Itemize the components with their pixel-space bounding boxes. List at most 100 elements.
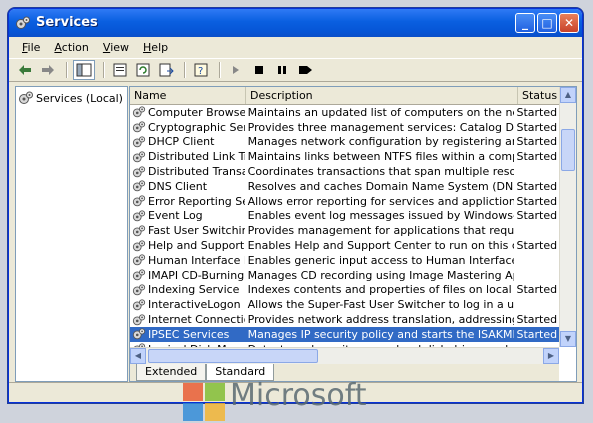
service-description-cell: Maintains links between NTFS files withi… <box>247 150 514 164</box>
service-description-cell: Indexes contents and properties of files… <box>247 283 514 297</box>
service-name-cell: InteractiveLogon <box>130 298 245 312</box>
service-gear-icon <box>132 328 146 340</box>
close-button[interactable]: ✕ <box>559 13 579 33</box>
service-gear-icon <box>132 180 146 192</box>
service-description-cell: Maintains an updated list of computers o… <box>247 105 514 119</box>
service-name-cell: Help and Support <box>130 239 245 253</box>
menu-help[interactable]: Help <box>136 41 175 54</box>
service-status-cell: Started <box>516 150 558 164</box>
table-row[interactable]: Computer Browser Maintains an updated lis… <box>130 105 559 120</box>
table-row[interactable]: IMAPI CD-Burning C...Manages CD recordin… <box>130 268 559 283</box>
service-description-cell: Enables Help and Support Center to run o… <box>247 239 514 253</box>
export-list-icon[interactable] <box>156 61 176 79</box>
maximize-button[interactable]: □ <box>537 13 557 33</box>
service-name-cell: Event Log <box>130 209 245 223</box>
service-name-cell: Distributed Link Tra... <box>130 150 245 164</box>
service-gear-icon <box>132 313 146 325</box>
service-name-cell: Computer Browser <box>130 105 245 119</box>
microsoft-watermark: Microsoft <box>230 378 367 413</box>
service-description-cell: Manages CD recording using Image Masteri… <box>247 268 514 282</box>
title-bar[interactable]: Services _ □ ✕ <box>9 9 582 37</box>
scroll-thumb[interactable] <box>561 129 575 171</box>
table-row[interactable]: Cryptographic Servi...Provides three man… <box>130 120 559 135</box>
service-gear-icon <box>132 225 146 237</box>
vertical-scrollbar[interactable]: ▲ ▼ <box>559 87 576 347</box>
menu-file[interactable]: File <box>15 41 47 54</box>
pause-service-icon[interactable] <box>272 61 292 79</box>
scroll-up-button[interactable]: ▲ <box>560 87 576 103</box>
window-title: Services <box>36 15 98 30</box>
service-gear-icon <box>132 239 146 251</box>
table-row[interactable]: Distributed Transac...Coordinates transa… <box>130 164 559 179</box>
forward-arrow-icon[interactable] <box>38 61 58 79</box>
table-row[interactable]: Event Log Enables event log messages issu… <box>130 209 559 224</box>
service-gear-icon <box>132 284 146 296</box>
service-name-cell: Internet Connectio... <box>130 313 245 327</box>
services-list: Name Description Status Computer Browser… <box>129 86 577 382</box>
toolbar: ? <box>9 58 582 82</box>
table-row[interactable]: Error Reporting Ser...Allows error repor… <box>130 194 559 209</box>
service-status-cell: Started <box>516 179 558 193</box>
scroll-down-button[interactable]: ▼ <box>560 331 576 347</box>
scroll-left-button[interactable]: ◀ <box>130 348 146 364</box>
list-header: Name Description Status <box>130 87 576 105</box>
service-description-cell: Provides management for applications tha… <box>247 224 514 238</box>
service-status-cell: Started <box>516 135 558 149</box>
show-hide-tree-icon[interactable] <box>73 60 95 80</box>
stop-service-icon[interactable] <box>249 61 269 79</box>
service-status-cell: Started <box>516 194 558 208</box>
table-row[interactable]: Help and Support Enables Help and Support… <box>130 238 559 253</box>
service-description-cell: Allows the Super-Fast User Switcher to l… <box>247 298 514 312</box>
horizontal-scroll-thumb[interactable] <box>148 349 318 363</box>
table-row[interactable]: Fast User Switching...Provides managemen… <box>130 223 559 238</box>
service-gear-icon <box>132 195 146 207</box>
start-service-icon[interactable] <box>226 61 246 79</box>
table-row[interactable]: DHCP Client Manages network configuration… <box>130 135 559 150</box>
service-name-cell: Fast User Switching... <box>130 224 245 238</box>
column-header-status[interactable]: Status <box>518 87 564 104</box>
menu-action[interactable]: Action <box>47 41 95 54</box>
menu-bar: File Action View Help <box>9 37 582 58</box>
microsoft-logo-icon <box>183 383 225 421</box>
table-row[interactable]: Distributed Link Tra...Maintains links b… <box>130 149 559 164</box>
column-header-description[interactable]: Description <box>246 87 518 104</box>
table-row[interactable]: InteractiveLogon Allows the Super-Fast Us… <box>130 297 559 312</box>
table-row[interactable]: DNS Client Resolves and caches Domain Nam… <box>130 179 559 194</box>
properties-icon[interactable] <box>110 61 130 79</box>
help-icon[interactable]: ? <box>191 61 211 79</box>
menu-view[interactable]: View <box>96 41 136 54</box>
table-row[interactable]: IPSEC Services Manages IP security policy… <box>130 326 559 342</box>
table-row[interactable]: Indexing Service Indexes contents and pro… <box>130 283 559 298</box>
list-rows: Computer Browser Maintains an updated lis… <box>130 105 559 347</box>
service-gear-icon <box>132 121 146 133</box>
service-name-cell: IMAPI CD-Burning C... <box>130 268 245 282</box>
services-gear-icon <box>16 16 30 29</box>
table-row[interactable]: Human Interface D...Enables generic inpu… <box>130 253 559 268</box>
services-gear-icon <box>19 91 33 104</box>
service-gear-icon <box>132 106 146 118</box>
service-description-cell: Manages IP security policy and starts th… <box>247 327 514 341</box>
refresh-icon[interactable] <box>133 61 153 79</box>
horizontal-scrollbar[interactable]: ◀ ▶ <box>130 347 559 364</box>
service-description-cell: Manages network configuration by registe… <box>247 135 514 149</box>
restart-service-icon[interactable] <box>295 61 315 79</box>
tree-node-label: Services (Local) <box>36 91 123 105</box>
svg-text:?: ? <box>198 66 203 77</box>
console-tree: Services (Local) <box>15 86 128 382</box>
service-status-cell: Started <box>516 239 558 253</box>
minimize-button[interactable]: _ <box>515 13 535 33</box>
scroll-right-button[interactable]: ▶ <box>543 348 559 364</box>
service-name-cell: Cryptographic Servi... <box>130 120 245 134</box>
back-arrow-icon[interactable] <box>15 61 35 79</box>
service-name-cell: Error Reporting Ser... <box>130 194 245 208</box>
service-description-cell: Resolves and caches Domain Name System (… <box>247 179 514 193</box>
table-row[interactable]: Internet Connectio...Provides network ad… <box>130 312 559 327</box>
toolbar-separator <box>103 62 105 78</box>
service-status-cell: Started <box>516 283 558 297</box>
tab-extended[interactable]: Extended <box>136 364 207 381</box>
service-description-cell: Allows error reporting for services and … <box>247 194 514 208</box>
service-name-cell: Indexing Service <box>130 283 245 297</box>
tree-node-services-local[interactable]: Services (Local) <box>16 87 127 109</box>
service-gear-icon <box>132 299 146 310</box>
column-header-name[interactable]: Name <box>130 87 246 104</box>
